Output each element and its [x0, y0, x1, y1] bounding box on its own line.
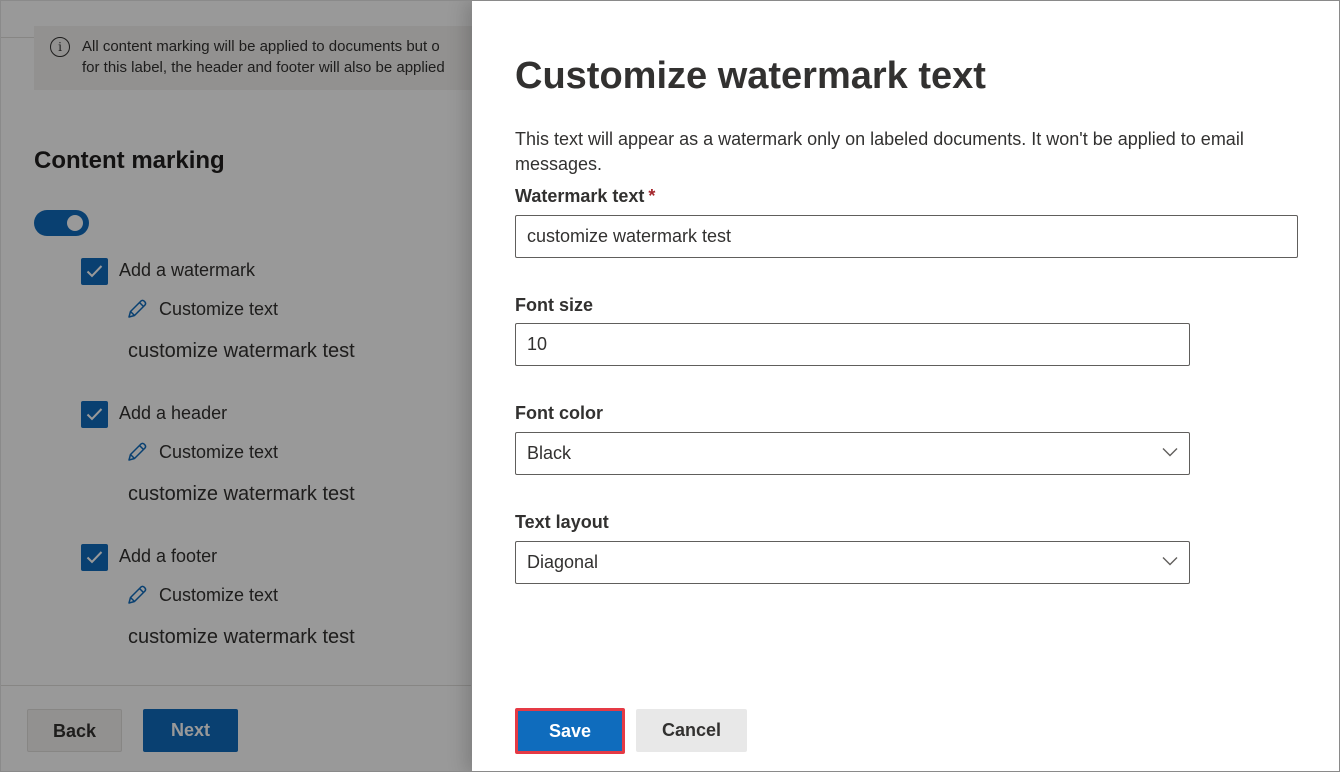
save-button[interactable]: Save: [515, 708, 625, 754]
text-layout-value: Diagonal: [527, 552, 599, 572]
chevron-down-icon: [1162, 448, 1178, 457]
customize-watermark-panel: Customize watermark text This text will …: [472, 1, 1339, 771]
watermark-text-input[interactable]: customize watermark test: [515, 215, 1298, 258]
app-window: i All content marking will be applied to…: [0, 0, 1340, 772]
font-size-label: Font size: [515, 295, 594, 315]
text-layout-label: Text layout: [515, 512, 609, 532]
modal-overlay[interactable]: [1, 1, 472, 771]
panel-title: Customize watermark text: [515, 55, 986, 97]
font-size-input[interactable]: 10: [515, 323, 1190, 366]
font-color-label: Font color: [515, 403, 603, 423]
chevron-down-icon: [1162, 557, 1178, 566]
panel-description: This text will appear as a watermark onl…: [515, 129, 1244, 174]
watermark-text-label-text: Watermark text: [515, 186, 645, 206]
required-marker: *: [648, 186, 656, 206]
cancel-button[interactable]: Cancel: [636, 709, 747, 752]
font-color-dropdown[interactable]: Black: [515, 432, 1190, 475]
font-color-value: Black: [527, 443, 572, 463]
text-layout-dropdown[interactable]: Diagonal: [515, 541, 1190, 584]
watermark-text-label: Watermark text *: [515, 186, 655, 207]
